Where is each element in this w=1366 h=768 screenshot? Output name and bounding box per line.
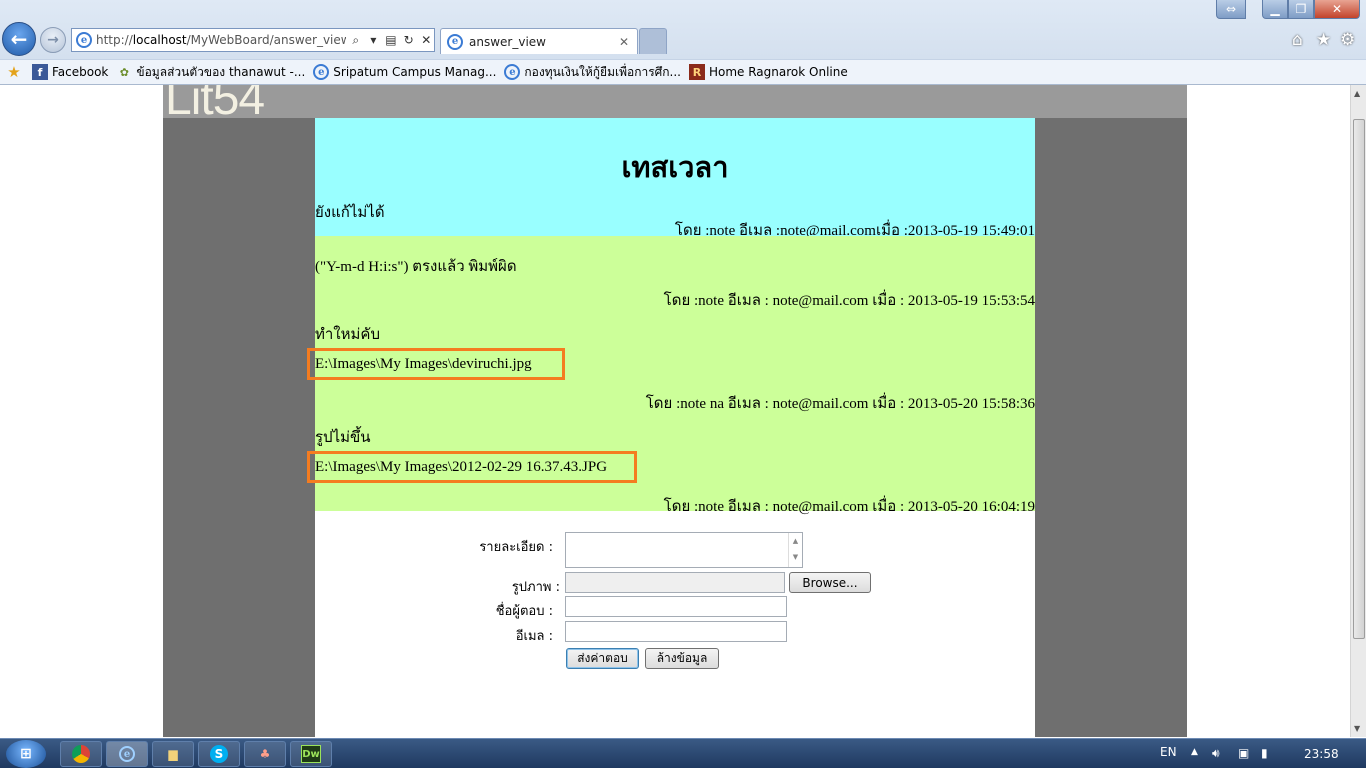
dropdown-arrow-icon[interactable]: ▾ <box>366 32 382 48</box>
show-hidden-icons[interactable]: ▲ <box>1191 747 1198 757</box>
content-panel: เทสเวลา ยังแก้ไม่ได้ โดย :note อีเมล :no… <box>307 118 1035 737</box>
ie-task-button[interactable]: e <box>106 741 148 767</box>
forward-button[interactable]: → <box>40 27 66 53</box>
textarea-scrollbar[interactable]: ▲ ▼ <box>788 533 802 567</box>
navigation-row: ← → e http://localhost/MyWebBoard/answer… <box>0 22 1366 58</box>
close-window-button[interactable]: ✕ <box>1314 0 1360 19</box>
favorite-link[interactable]: R Home Ragnarok Online <box>688 64 848 80</box>
submit-answer-button[interactable]: ส่งค่าตอบ <box>566 648 639 669</box>
image-label: รูปภาพ : <box>511 580 560 595</box>
language-indicator[interactable]: EN <box>1160 745 1177 759</box>
tab-answer-view[interactable]: e answer_view ✕ <box>440 28 638 54</box>
answer-detail: รูปไม่ขึ้น <box>315 430 371 446</box>
new-tab-button[interactable] <box>639 28 667 54</box>
back-arrow-icon: ← <box>10 27 28 51</box>
home-icon[interactable]: ⌂ <box>1292 30 1303 50</box>
stop-icon[interactable]: ✕ <box>418 32 434 48</box>
start-button[interactable]: ⊞ <box>6 740 46 768</box>
scroll-thumb[interactable] <box>1353 119 1365 639</box>
clock[interactable]: 23:58 <box>1304 747 1339 761</box>
answer-image-path: E:\Images\My Images\deviruchi.jpg <box>315 356 532 372</box>
favorite-link[interactable]: f Facebook <box>32 64 108 80</box>
network-icon[interactable]: ▣ <box>1238 746 1249 760</box>
answer-detail: ทำใหม่คับ <box>315 327 380 343</box>
ie-icon: e <box>119 746 135 762</box>
favorite-link[interactable]: ✿ ข้อมูลส่วนตัวของ thanawut -... <box>116 63 306 82</box>
dreamweaver-icon: Dw <box>301 745 321 763</box>
site-logo: Lit54 <box>165 85 265 125</box>
answer-meta: โดย :note na อีเมล : note@mail.com เมื่อ… <box>645 396 1035 412</box>
search-icon[interactable]: ⌕ <box>348 32 364 48</box>
page-viewport: Lit54 เทสเวลา ยังแก้ไม่ได้ โดย :note อีเ… <box>0 85 1350 737</box>
question-section: เทสเวลา ยังแก้ไม่ได้ โดย :note อีเมล :no… <box>315 118 1035 239</box>
address-bar[interactable]: e http://localhost/MyWebBoard/answer_vie… <box>71 28 435 52</box>
ragnarok-icon: R <box>688 64 705 80</box>
browser-chrome: ⇔ ▁ ❐ ✕ ← → e http://localhost/MyWebBoar… <box>0 0 1366 85</box>
scroll-down-icon[interactable]: ▼ <box>1354 724 1360 733</box>
answer-image-path: E:\Images\My Images\2012-02-29 16.37.43.… <box>315 459 608 475</box>
compatibility-icon[interactable]: ▤ <box>383 32 399 48</box>
name-input[interactable] <box>565 596 787 617</box>
restore-size-button[interactable]: ⇔ <box>1216 0 1246 19</box>
dreamweaver-task-button[interactable]: Dw <box>290 741 332 767</box>
page-ie-icon: e <box>76 32 92 48</box>
answer-meta: โดย :note อีเมล : note@mail.com เมื่อ : … <box>663 293 1035 309</box>
power-icon[interactable]: ▮ <box>1261 746 1268 760</box>
tab-title: answer_view <box>469 34 546 49</box>
skype-icon: S <box>210 745 228 763</box>
answers-section: ("Y-m-d H:i:s") ตรงแล้ว พิมพ์ผิด โดย :no… <box>307 236 1035 515</box>
favorite-link[interactable]: e กองทุนเงินให้กู้ยืมเพื่อการศึก... <box>504 63 681 82</box>
explorer-task-button[interactable]: ▆ <box>152 741 194 767</box>
email-label: อีเมล : <box>515 629 553 644</box>
answer-detail: ("Y-m-d H:i:s") ตรงแล้ว พิมพ์ผิด <box>315 259 517 275</box>
page-scrollbar[interactable]: ▲ ▼ <box>1350 85 1366 737</box>
taskbar: ⊞ e ▆ S ♣ Dw EN ▲ 🔊︎ ▣ ▮ 23:58 <box>0 738 1366 768</box>
skype-task-button[interactable]: S <box>198 741 240 767</box>
site-header <box>163 85 1187 118</box>
question-title: เทสเวลา <box>621 150 729 184</box>
chrome-task-button[interactable] <box>60 741 102 767</box>
refresh-icon[interactable]: ↻ <box>401 32 417 48</box>
image-file-input[interactable] <box>565 572 785 593</box>
minimize-button[interactable]: ▁ <box>1262 0 1288 19</box>
answer-meta: โดย :note อีเมล : note@mail.com เมื่อ : … <box>663 499 1035 515</box>
windows-logo-icon: ⊞ <box>20 746 32 762</box>
ie-icon: e <box>504 64 521 80</box>
favorites-star-icon[interactable]: ★ <box>1316 30 1331 50</box>
detail-label: รายละเอียด : <box>479 540 553 555</box>
favorite-link[interactable]: e Sripatum Campus Manag... <box>313 64 496 80</box>
scroll-up-icon[interactable]: ▲ <box>1354 89 1360 98</box>
tools-gear-icon[interactable]: ⚙ <box>1340 30 1355 50</box>
facebook-icon: f <box>32 64 48 80</box>
folder-icon: ▆ <box>168 747 178 761</box>
favorites-star-add-icon[interactable]: ★ <box>6 63 26 81</box>
reset-button[interactable]: ล้างข้อมูล <box>645 648 719 669</box>
browse-button[interactable]: Browse... <box>789 572 871 593</box>
url-text[interactable]: http://localhost/MyWebBoard/answer_view.… <box>96 33 346 47</box>
close-tab-icon[interactable]: ✕ <box>619 35 629 49</box>
name-label: ชื่อผู้ตอบ : <box>495 604 553 619</box>
chrome-icon <box>72 745 90 763</box>
window-controls: ⇔ <box>1216 0 1246 19</box>
profile-icon: ✿ <box>119 65 129 79</box>
maximize-button[interactable]: ❐ <box>1288 0 1314 19</box>
email-input[interactable] <box>565 621 787 642</box>
favorites-bar: ★ f Facebook ✿ ข้อมูลส่วนตัวของ thanawut… <box>0 59 1366 84</box>
game-task-button[interactable]: ♣ <box>244 741 286 767</box>
ragnarok-icon: ♣ <box>259 747 271 761</box>
question-detail: ยังแก้ไม่ได้ <box>315 205 385 221</box>
ie-icon: e <box>313 64 330 80</box>
window-buttons: ▁ ❐ ✕ <box>1262 0 1360 19</box>
detail-textarea[interactable]: ▲ ▼ <box>565 532 803 568</box>
tab-ie-icon: e <box>447 33 463 50</box>
forward-arrow-icon: → <box>47 32 59 48</box>
back-button[interactable]: ← <box>2 22 36 56</box>
volume-icon[interactable]: 🔊︎ <box>1212 746 1220 761</box>
